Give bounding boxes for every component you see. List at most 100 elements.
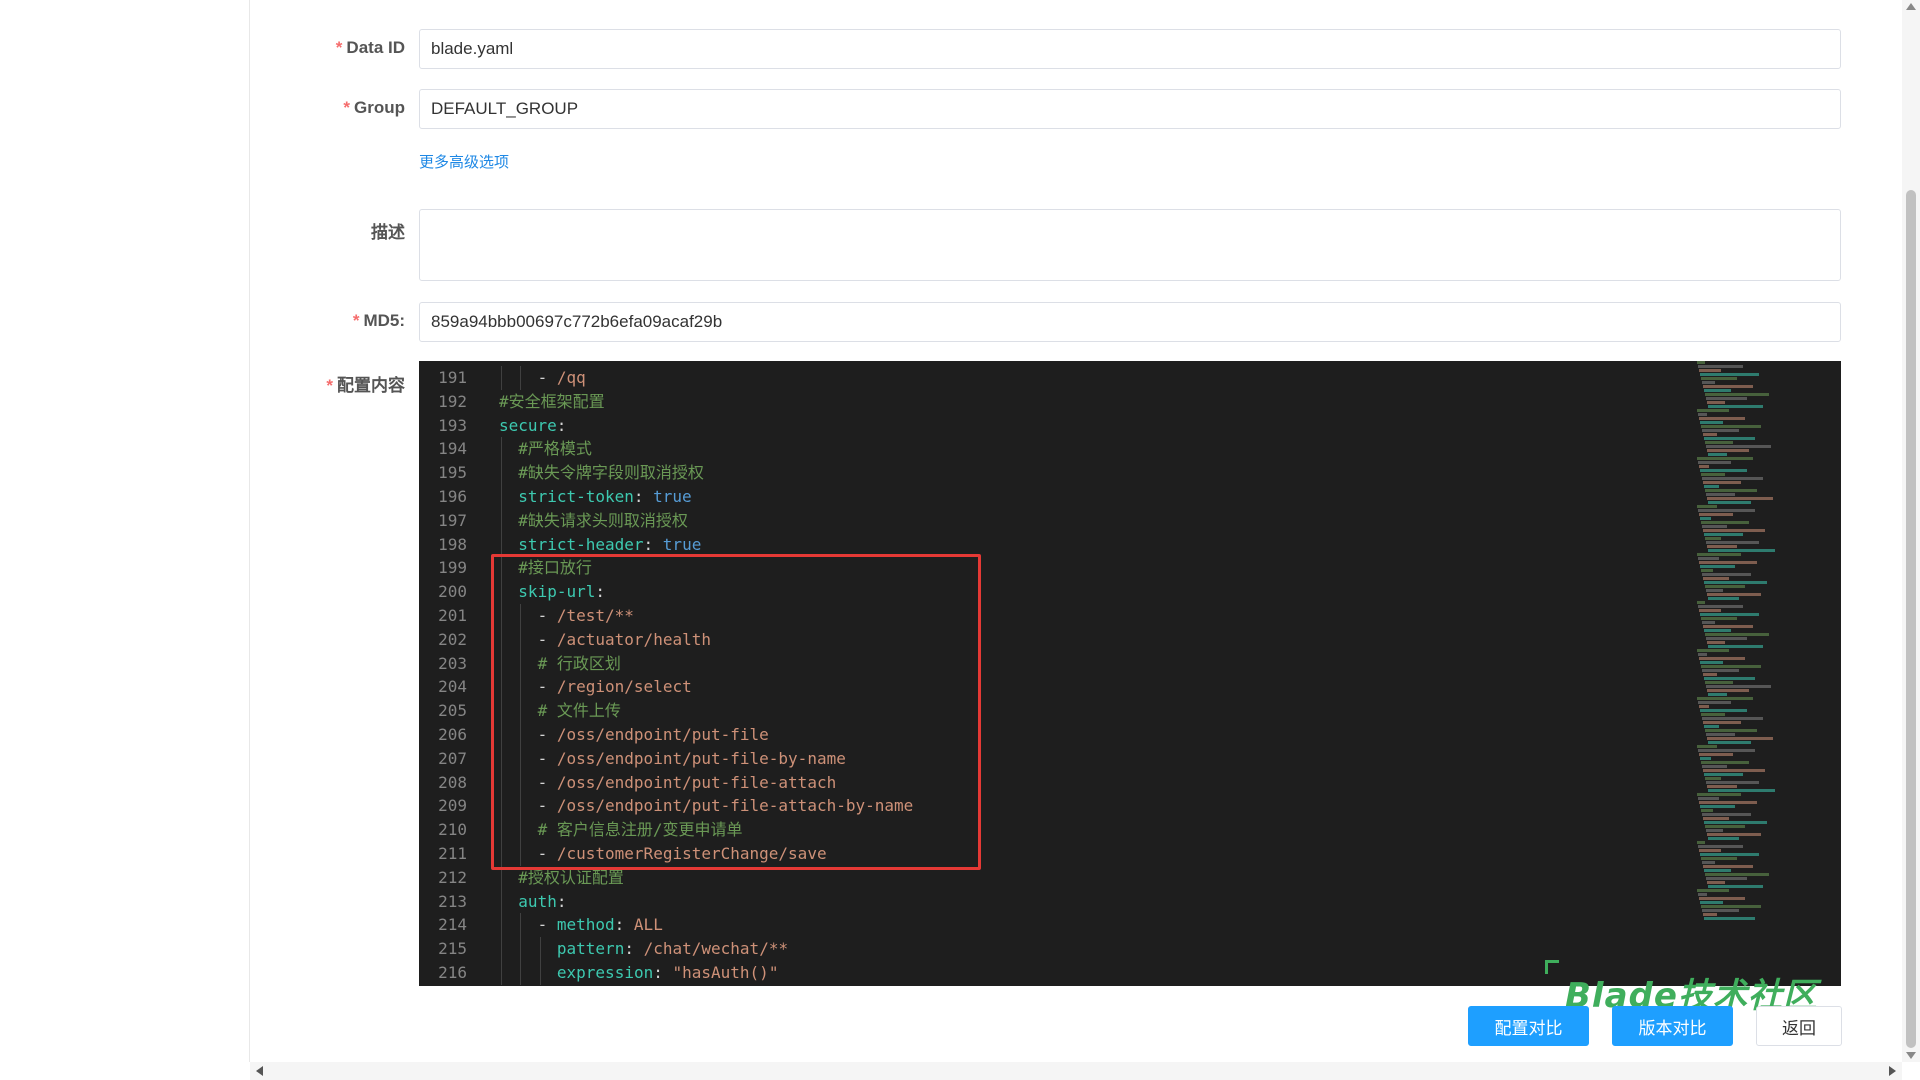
indent-guide <box>501 794 502 819</box>
data-id-input[interactable] <box>419 29 1841 69</box>
code-text: # 行政区划 <box>538 652 621 676</box>
minimap-line <box>1706 445 1771 448</box>
indent-guide <box>501 603 502 628</box>
code-token: #安全框架配置 <box>499 391 605 411</box>
minimap-line <box>1702 429 1739 432</box>
line-number: 203 <box>438 653 467 673</box>
indent-guide <box>539 960 541 985</box>
minimap-line <box>1702 525 1727 528</box>
more-advanced-options-link[interactable]: 更多高级选项 <box>419 151 509 172</box>
compare-config-button[interactable]: 配置对比 <box>1468 1006 1589 1046</box>
minimap-line <box>1700 901 1723 904</box>
minimap-line <box>1701 569 1713 572</box>
code-text: # 客户信息注册/变更申请单 <box>538 818 743 842</box>
code-token: expression <box>556 962 654 982</box>
code-token: : <box>643 534 663 554</box>
code-token: /chat/wechat/** <box>643 939 789 959</box>
line-number: 198 <box>438 534 467 554</box>
code-text: #接口放行 <box>518 556 592 580</box>
minimap-line <box>1707 401 1725 404</box>
minimap-line <box>1698 653 1707 656</box>
minimap-line <box>1708 693 1727 696</box>
scroll-left-icon[interactable] <box>256 1066 263 1076</box>
editor-minimap[interactable] <box>1697 361 1827 921</box>
scroll-down-icon[interactable] <box>1906 1052 1916 1059</box>
minimap-line <box>1698 893 1707 896</box>
code-token: /oss/endpoint/put-file <box>556 724 769 744</box>
minimap-line <box>1706 493 1735 496</box>
vertical-scrollbar[interactable] <box>1902 0 1920 1062</box>
code-token: : <box>653 962 673 982</box>
indent-guide <box>520 722 522 747</box>
minimap-line <box>1697 457 1753 460</box>
horizontal-scrollbar[interactable] <box>250 1062 1902 1080</box>
minimap-line <box>1705 777 1721 780</box>
minimap-line <box>1699 513 1733 516</box>
code-text: auth: <box>518 890 566 914</box>
indent-guide <box>501 508 502 533</box>
code-token: /oss/endpoint/put-file-attach <box>556 772 837 792</box>
description-textarea[interactable] <box>419 209 1841 281</box>
minimap-line <box>1703 577 1729 580</box>
indent-guide <box>501 366 502 390</box>
code-editor[interactable]: 191 - /qq 192 #安全框架配置 193 secure: 194 #严格模式 195 #… <box>419 361 1841 986</box>
minimap-line <box>1701 521 1749 524</box>
minimap-line <box>1705 729 1757 732</box>
line-number: 196 <box>438 486 467 506</box>
minimap-line <box>1704 533 1743 536</box>
minimap-line <box>1701 905 1761 908</box>
scrollbar-thumb[interactable] <box>1906 190 1916 1048</box>
minimap-line <box>1704 581 1767 584</box>
code-token: auth <box>518 891 557 911</box>
minimap-line <box>1707 833 1761 836</box>
minimap-line <box>1703 481 1741 484</box>
minimap-line <box>1703 673 1717 676</box>
minimap-line <box>1707 785 1737 788</box>
code-token: /oss/endpoint/put-file-attach-by-name <box>556 796 914 816</box>
indent-guide <box>520 675 522 700</box>
minimap-line <box>1698 461 1731 464</box>
code-line: 210 # 客户信息注册/变更申请单 <box>419 818 1841 842</box>
code-text: - /qq <box>538 366 586 390</box>
line-number: 194 <box>438 439 467 459</box>
minimap-line <box>1704 725 1719 728</box>
minimap-line <box>1704 821 1767 824</box>
indent-guide <box>520 794 522 819</box>
minimap-line <box>1708 501 1751 504</box>
indent-guide <box>501 699 502 723</box>
code-text: expression: "hasAuth()" <box>557 961 779 985</box>
minimap-line <box>1698 797 1719 800</box>
minimap-line <box>1706 685 1771 688</box>
minimap-line <box>1706 589 1723 592</box>
indent-guide <box>501 818 502 842</box>
line-number: 192 <box>438 391 467 411</box>
minimap-line <box>1704 437 1755 440</box>
minimap-line <box>1703 817 1729 820</box>
indent-guide <box>501 865 502 890</box>
line-number: 208 <box>438 772 467 792</box>
minimap-line <box>1702 909 1739 912</box>
code-line: 192 #安全框架配置 <box>419 390 1841 414</box>
md5-input[interactable] <box>419 302 1841 342</box>
group-input[interactable] <box>419 89 1841 129</box>
code-token: true <box>653 486 692 506</box>
minimap-line <box>1708 741 1751 744</box>
code-text: - /oss/endpoint/put-file-attach-by-name <box>538 794 914 818</box>
scroll-up-icon[interactable] <box>1906 3 1916 10</box>
minimap-line <box>1697 745 1717 748</box>
compare-version-button[interactable]: 版本对比 <box>1612 1006 1733 1046</box>
back-button[interactable]: 返回 <box>1756 1006 1842 1046</box>
indent-guide <box>520 746 522 771</box>
indent-guide <box>539 937 541 961</box>
code-line: 199 #接口放行 <box>419 556 1841 581</box>
indent-guide <box>501 937 502 961</box>
minimap-line <box>1707 689 1749 692</box>
code-line: 191 - /qq <box>419 366 1841 390</box>
code-token: : <box>595 582 605 602</box>
minimap-line <box>1706 829 1723 832</box>
scroll-right-icon[interactable] <box>1889 1066 1896 1076</box>
minimap-line <box>1700 421 1723 424</box>
indent-guide <box>501 437 502 462</box>
code-token: /actuator/health <box>556 629 711 649</box>
minimap-line <box>1702 861 1715 864</box>
